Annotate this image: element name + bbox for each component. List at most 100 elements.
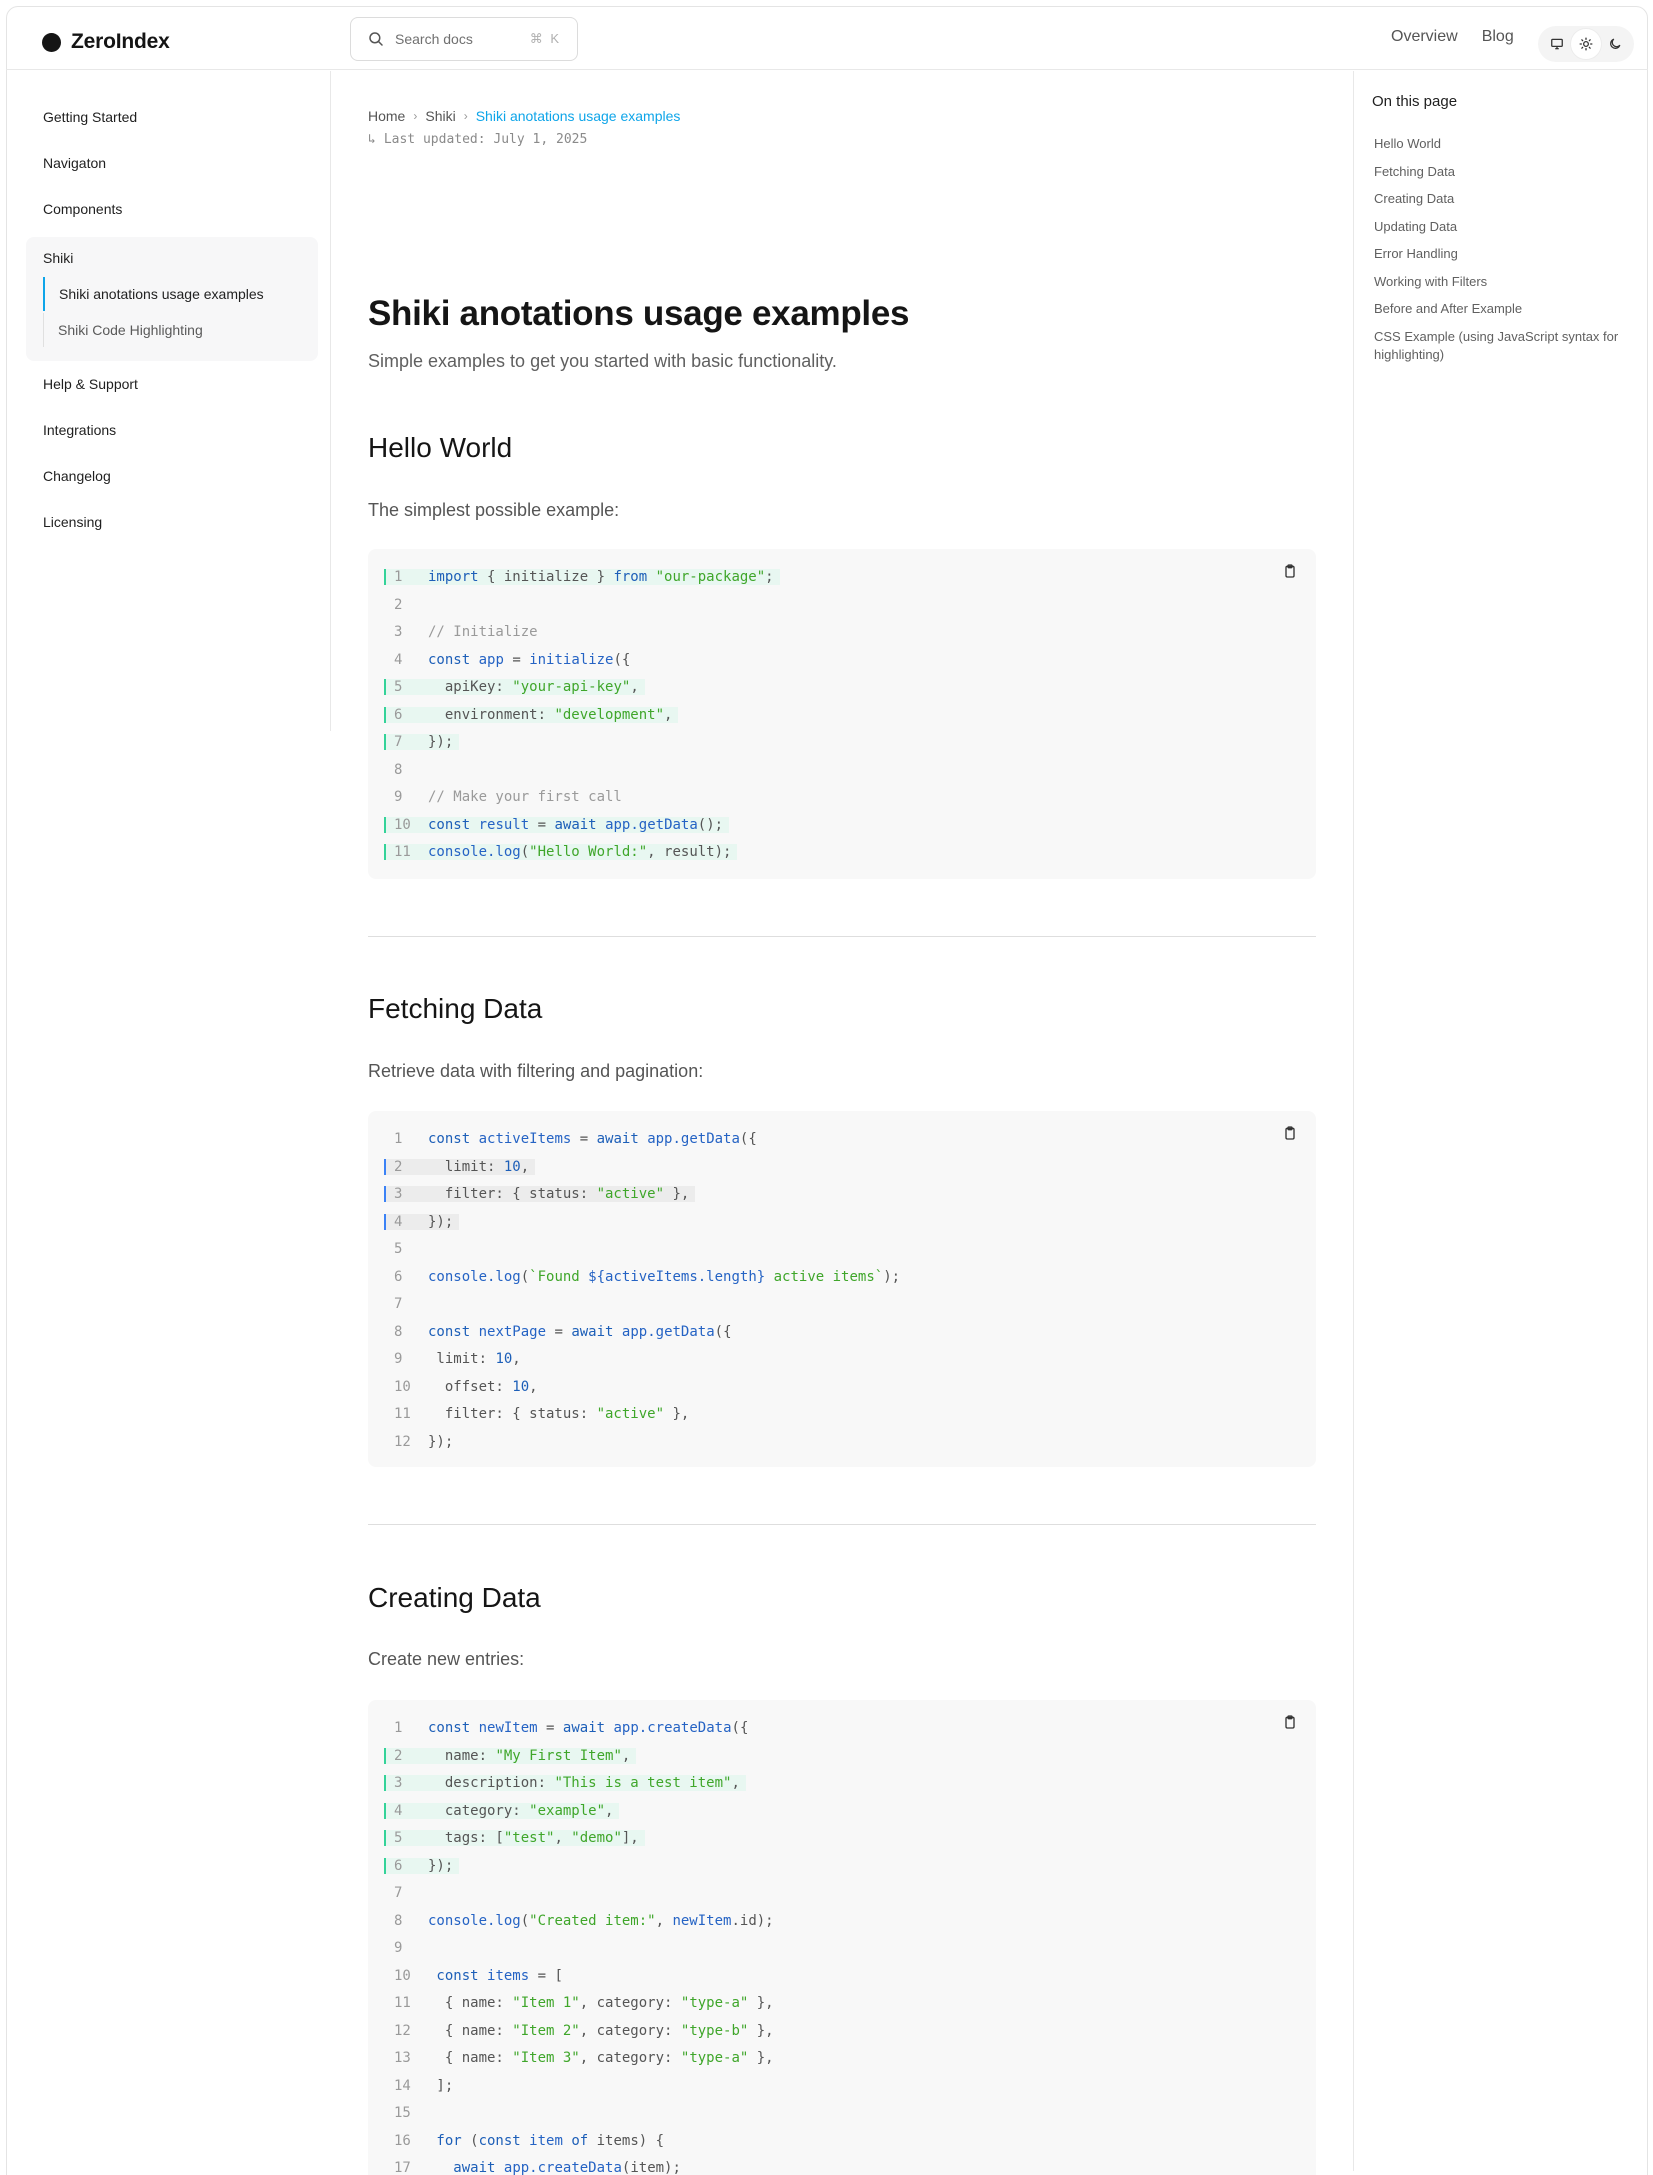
- monitor-icon: [1550, 38, 1563, 50]
- toc-item-hello-world[interactable]: Hello World: [1374, 135, 1634, 153]
- code-block-hello-world: 1 import { initialize } from "our-package…: [368, 549, 1316, 879]
- section-lead-creating-data: Create new entries:: [368, 1649, 525, 1669]
- line-number: 16: [394, 2132, 411, 2149]
- copy-icon[interactable]: [1282, 563, 1298, 579]
- line-number: 11: [394, 1406, 411, 1422]
- code-text: name: "My First Item",: [420, 1747, 637, 1764]
- copy-icon[interactable]: [1282, 1125, 1298, 1141]
- sidebar-subitem-shiki-code-highlighting[interactable]: Shiki Code Highlighting: [43, 313, 303, 347]
- line-number: 7: [394, 1296, 403, 1312]
- code-line: 4 category: "example",: [384, 1799, 620, 1823]
- line-number: 10: [384, 816, 420, 833]
- search-button[interactable]: Search docs ⌘ K: [350, 17, 578, 61]
- copy-icon[interactable]: [1282, 1714, 1298, 1730]
- search-shortcut: ⌘ K: [529, 31, 561, 46]
- code-line: 11 { name: "Item 1", category: "type-a" …: [384, 1991, 780, 2015]
- header-link-blog[interactable]: Blog: [1482, 28, 1514, 46]
- code-line: 6 environment: "development",: [384, 703, 679, 727]
- page-title: Shiki anotations usage examples: [368, 294, 910, 333]
- line-number: 3: [384, 1775, 420, 1791]
- line-number: 2: [384, 1158, 420, 1175]
- code-text: { name: "Item 3", category: "type-a" },: [428, 2050, 774, 2066]
- sidebar-item-shiki[interactable]: Shiki: [43, 250, 73, 266]
- line-number: 1: [394, 1720, 403, 1736]
- theme-toggle: [1538, 26, 1634, 62]
- line-number: 5: [394, 1241, 403, 1257]
- last-updated-text: Last updated: July 1, 2025: [383, 132, 588, 147]
- code-text: environment: "development",: [420, 706, 679, 723]
- line-number: 5: [384, 1830, 420, 1846]
- sidebar-item-components[interactable]: Components: [43, 201, 122, 217]
- sidebar-item-navigaton[interactable]: Navigaton: [43, 155, 106, 171]
- line-number: 1: [394, 1131, 403, 1147]
- code-text: limit: 10,: [420, 1158, 536, 1175]
- logo[interactable]: ZeroIndex: [42, 30, 170, 54]
- code-line: 10 offset: 10,: [384, 1375, 544, 1399]
- code-text: filter: { status: "active" },: [428, 1406, 690, 1422]
- line-number: 12: [394, 2022, 411, 2039]
- theme-system-button[interactable]: [1542, 29, 1571, 59]
- code-text: console.log("Created item:", newItem.id)…: [428, 1912, 774, 1929]
- code-text: for (const item of items) {: [428, 2132, 665, 2149]
- sidebar-item-help-support[interactable]: Help & Support: [43, 376, 138, 392]
- code-line: 10 const items = [: [384, 1964, 569, 1988]
- breadcrumb-home[interactable]: Home: [368, 108, 405, 124]
- line-number: 12: [394, 1433, 411, 1450]
- sidebar-item-licensing[interactable]: Licensing: [43, 514, 102, 530]
- section-title-fetching-data: Fetching Data: [368, 993, 543, 1024]
- line-number: 3: [394, 624, 403, 640]
- code-line: 9 limit: 10,: [384, 1347, 527, 1371]
- code-text: apiKey: "your-api-key",: [420, 679, 645, 695]
- code-text: import { initialize } from "our-package"…: [420, 569, 780, 585]
- code-text: await app.createData(item);: [453, 2160, 681, 2175]
- toc-item-updating-data[interactable]: Updating Data: [1374, 218, 1634, 236]
- code-line: 1 import { initialize } from "our-package…: [384, 565, 780, 589]
- toc-item-creating-data[interactable]: Creating Data: [1374, 190, 1634, 208]
- breadcrumb-shiki[interactable]: Shiki: [425, 108, 455, 124]
- chevron-right-icon: ›: [413, 109, 418, 123]
- header-link-overview[interactable]: Overview: [1391, 28, 1458, 46]
- line-number: 7: [394, 1885, 403, 1901]
- toc-item-error-handling[interactable]: Error Handling: [1374, 245, 1634, 263]
- toc-item-fetching-data[interactable]: Fetching Data: [1374, 163, 1634, 181]
- code-line: 7: [384, 1881, 420, 1905]
- toc-item-before-after[interactable]: Before and After Example: [1374, 300, 1634, 318]
- sidebar-item-integrations[interactable]: Integrations: [43, 422, 116, 438]
- line-number: 10: [394, 1378, 411, 1395]
- sidebar-item-getting-started[interactable]: Getting Started: [43, 109, 137, 125]
- code-text: });: [420, 734, 460, 750]
- page-subtitle: Simple examples to get you started with …: [368, 351, 837, 371]
- sidebar-subitem-shiki-anotations[interactable]: Shiki anotations usage examples: [43, 277, 303, 311]
- toc-item-css-example[interactable]: CSS Example (using JavaScript syntax for…: [1374, 328, 1634, 364]
- code-line: 8 const nextPage = await app.getData({: [384, 1320, 738, 1344]
- code-line: 9: [384, 1936, 420, 1960]
- code-text: });: [428, 1433, 454, 1450]
- section-divider: [368, 936, 1316, 937]
- line-number: 11: [394, 1995, 411, 2011]
- theme-light-button[interactable]: [1571, 29, 1601, 59]
- code-line: 8: [384, 758, 420, 782]
- line-number: 5: [384, 679, 420, 695]
- code-text: { name: "Item 1", category: "type-a" },: [428, 1995, 774, 2011]
- code-line: 17 await app.createData(item);: [384, 2156, 687, 2175]
- line-number: 2: [384, 1747, 420, 1764]
- toc-item-working-with-filters[interactable]: Working with Filters: [1374, 273, 1634, 291]
- top-header: ZeroIndex Search docs ⌘ K Overview Blog: [6, 6, 1648, 70]
- line-number: 9: [394, 1940, 403, 1956]
- code-line: 9 // Make your first call: [384, 785, 628, 809]
- code-text: offset: 10,: [428, 1378, 538, 1395]
- code-text: const activeItems = await app.getData({: [428, 1131, 757, 1147]
- code-line: 16 for (const item of items) {: [384, 2129, 670, 2153]
- theme-dark-button[interactable]: [1601, 29, 1630, 59]
- code-line: 11 console.log("Hello World:", result);: [384, 840, 738, 864]
- code-text: const result = await app.getData();: [420, 816, 730, 833]
- code-line: 12});: [384, 1430, 459, 1454]
- code-line: 2 name: "My First Item",: [384, 1744, 637, 1768]
- sidebar-item-changelog[interactable]: Changelog: [43, 468, 111, 484]
- code-text: filter: { status: "active" },: [420, 1186, 696, 1202]
- code-line: 14 ];: [384, 2074, 459, 2098]
- code-line: 2 limit: 10,: [384, 1155, 536, 1179]
- code-line: 6});: [384, 1854, 460, 1878]
- logo-text: ZeroIndex: [71, 30, 170, 53]
- code-line: 5: [384, 1237, 420, 1261]
